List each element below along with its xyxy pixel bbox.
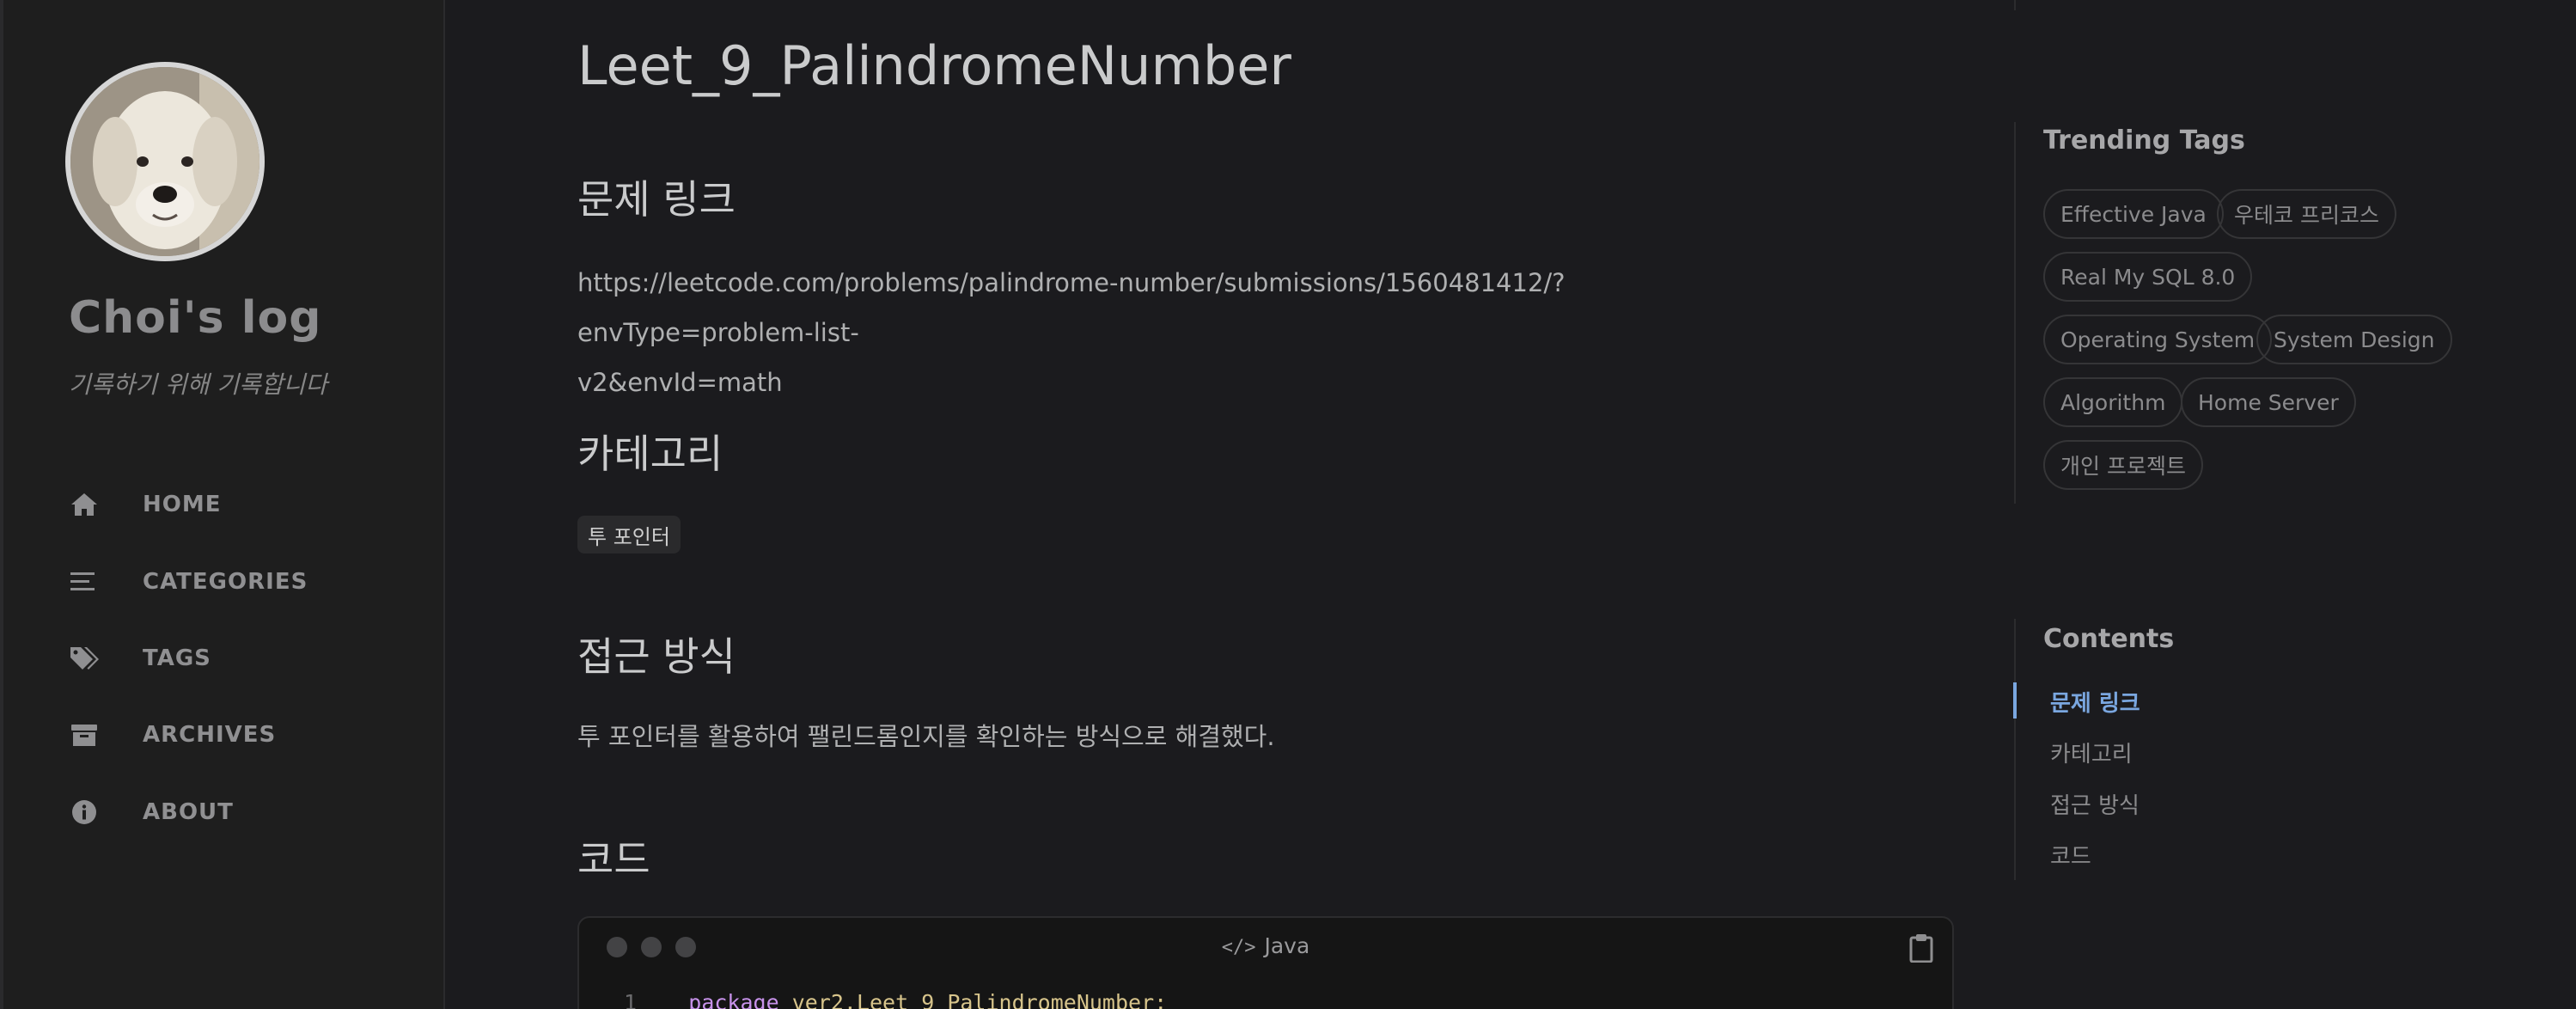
tag-pill[interactable]: Effective Java [2043,189,2224,239]
code-keyword: package [688,990,779,1009]
section-heading-approach[interactable]: 접근 방식 [577,626,736,682]
section-heading-code[interactable]: 코드 [577,829,650,885]
tag-pill[interactable]: 개인 프로젝트 [2043,440,2203,490]
sidebar-item-archives[interactable]: ARCHIVES [69,713,378,756]
panel-divider [2014,122,2016,504]
home-icon [69,489,100,520]
trending-tags-title: Trending Tags [2043,125,2245,156]
sidebar-item-label: HOME [143,492,222,517]
code-language-label: </> Java [579,933,1952,958]
approach-text: 투 포인터를 활용하여 팰린드롬인지를 확인하는 방식으로 해결했다. [577,722,1275,751]
site-title[interactable]: Choi's log [69,292,321,344]
list-icon [69,566,100,597]
sidebar-item-label: CATEGORIES [143,569,308,595]
tag-pill[interactable]: Algorithm [2043,377,2183,427]
problem-link-line1[interactable]: https://leetcode.com/problems/palindrome… [577,258,1798,358]
code-language: Java [1264,933,1310,958]
panel-divider [2014,0,2016,10]
toc-active-marker [2013,682,2017,719]
code-package: ver2.Leet_9_PalindromeNumber; [791,990,1168,1009]
tag-pill[interactable]: 우테코 프리코스 [2217,189,2396,239]
sidebar: Choi's log 기록하기 위해 기록합니다 HOME CATEGORIES… [0,0,445,1009]
sidebar-item-categories[interactable]: CATEGORIES [69,560,378,603]
dog-photo [70,67,259,256]
sidebar-item-label: TAGS [143,645,211,671]
code-block: </> Java 1 package ver2.Leet_9_Palindrome… [577,916,1954,1009]
sidebar-item-label: ABOUT [143,799,234,825]
sidebar-item-about[interactable]: ABOUT [69,791,378,834]
tags-icon [69,643,100,674]
toc-item-category[interactable]: 카테고리 [2050,737,2133,768]
post-content: Leet_9_PalindromeNumber 문제 링크 https://le… [577,0,1954,1009]
problem-link[interactable]: https://leetcode.com/problems/palindrome… [577,258,1798,407]
tag-pill[interactable]: Home Server [2181,377,2356,427]
clipboard-icon[interactable] [1909,933,1933,963]
sidebar-edge [0,0,3,1009]
tag-pill[interactable]: Real My SQL 8.0 [2043,252,2253,302]
tag-pill[interactable]: Operating System [2043,315,2273,364]
archive-icon [69,719,100,750]
section-heading-link[interactable]: 문제 링크 [577,168,736,225]
category-badge[interactable]: 투 포인터 [577,516,681,553]
panel-divider [2014,619,2016,880]
page-title: Leet_9_PalindromeNumber [577,34,1291,97]
code-icon: </> [1221,937,1256,958]
sidebar-item-label: ARCHIVES [143,722,277,748]
toc-item-approach[interactable]: 접근 방식 [2050,788,2140,820]
problem-link-line2[interactable]: v2&envId=math [577,358,1798,407]
toc-item-link[interactable]: 문제 링크 [2050,686,2140,718]
avatar[interactable] [65,62,265,261]
toc-item-code[interactable]: 코드 [2050,839,2091,871]
info-icon [69,797,100,828]
site-subtitle: 기록하기 위해 기록합니다 [69,370,328,399]
tag-pill[interactable]: System Design [2256,315,2452,364]
toc-title: Contents [2043,624,2175,654]
sidebar-item-tags[interactable]: TAGS [69,637,378,680]
sidebar-item-home[interactable]: HOME [69,483,378,526]
line-number: 1 [624,990,638,1009]
section-heading-category[interactable]: 카테고리 [577,423,723,480]
code-line: 1 package ver2.Leet_9_PalindromeNumber; [624,990,1167,1009]
